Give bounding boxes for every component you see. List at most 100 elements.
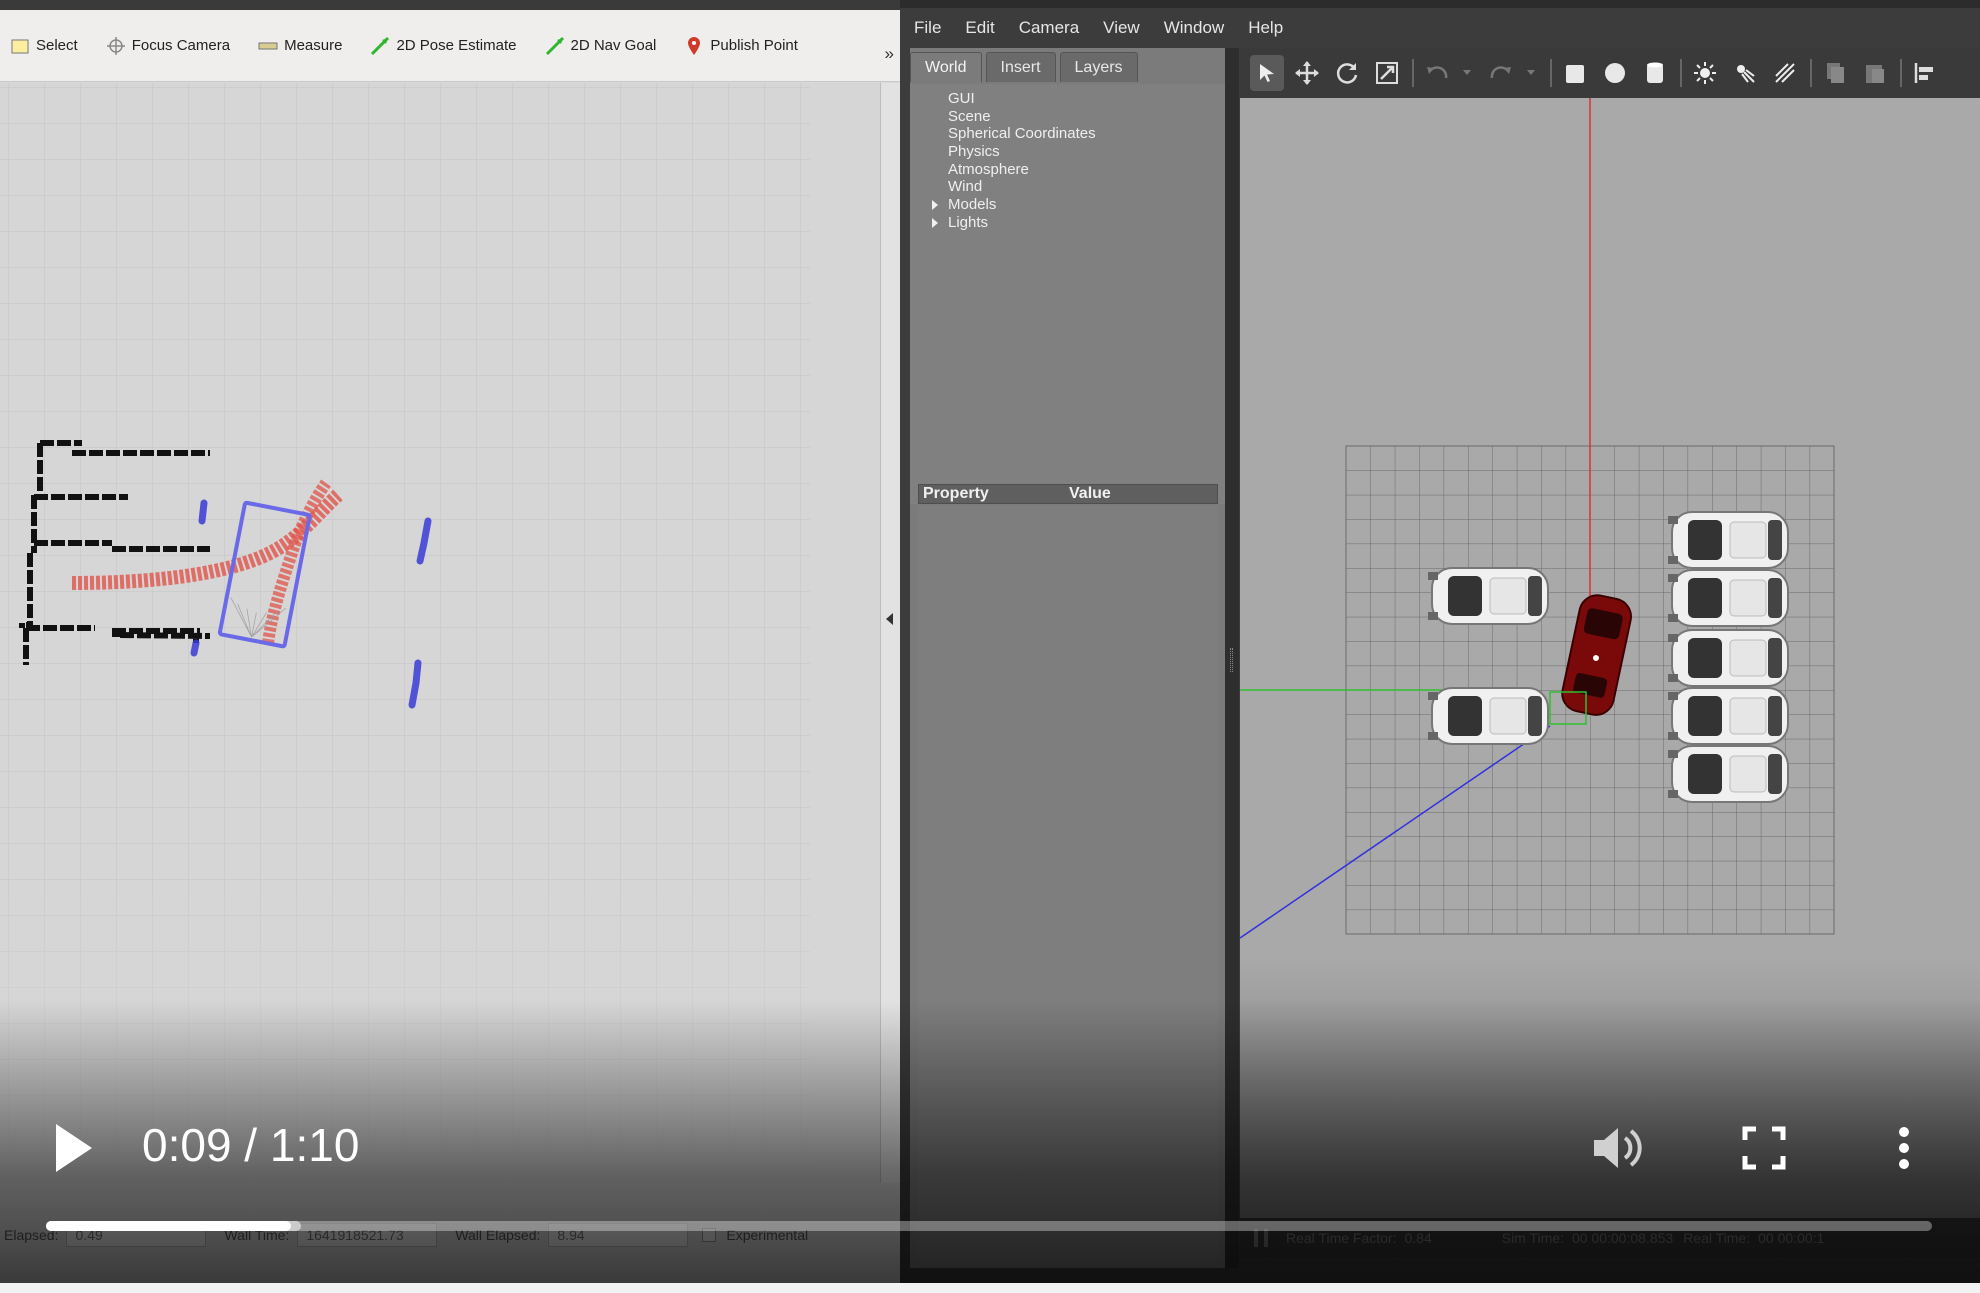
pose-estimate-icon [370, 36, 390, 56]
rviz-3d-view[interactable] [0, 83, 880, 1183]
tree-item-label: Lights [948, 213, 989, 231]
tree-item-label: Spherical Coordinates [948, 125, 1096, 143]
parked-car-right-5[interactable] [1667, 745, 1789, 803]
progress-played [46, 1221, 292, 1231]
property-table-header: Property Value [918, 484, 1218, 504]
rviz-toolbar: Select Focus Camera Measure 2D Pose Esti… [0, 10, 900, 82]
collapse-arrow-icon[interactable] [886, 613, 893, 625]
undo-icon[interactable] [1420, 55, 1454, 91]
rviz-scene [0, 83, 880, 1183]
tree-item-label: Scene [948, 107, 991, 125]
volume-icon [1594, 1128, 1642, 1168]
tab-layers[interactable]: Layers [1059, 52, 1138, 82]
menu-window[interactable]: Window [1164, 18, 1224, 38]
select-mode-icon[interactable] [1250, 55, 1284, 91]
box-icon[interactable] [1558, 55, 1592, 91]
tab-insert[interactable]: Insert [985, 52, 1056, 82]
select-tool-label: Select [36, 37, 78, 54]
tree-item-models[interactable]: Models [932, 196, 1225, 214]
property-column-header: Property [923, 485, 989, 502]
point-light-icon[interactable] [1688, 55, 1722, 91]
gazebo-window: File Edit Camera View Window Help World … [900, 0, 1980, 1293]
tree-item-lights[interactable]: Lights [932, 213, 1225, 232]
sphere-icon[interactable] [1598, 55, 1632, 91]
parked-car-right-2[interactable] [1667, 569, 1789, 627]
tab-world[interactable]: World [910, 52, 982, 82]
align-icon[interactable] [1908, 55, 1942, 91]
nav-goal-icon [545, 36, 565, 56]
directional-light-icon[interactable] [1768, 55, 1802, 91]
world-tree: GUI Scene Spherical Coordinates Physics … [910, 84, 1225, 504]
focus-camera-tool[interactable]: Focus Camera [106, 31, 230, 61]
volume-button[interactable] [1590, 1122, 1646, 1174]
real-time-factor-label: Real Time Factor: [1286, 1230, 1397, 1246]
select-tool[interactable]: Select [10, 31, 78, 61]
menu-camera[interactable]: Camera [1019, 18, 1079, 38]
expand-arrow-icon[interactable] [932, 217, 938, 228]
tree-item-physics[interactable]: Physics [948, 143, 1225, 161]
expand-arrow-icon[interactable] [932, 200, 938, 211]
rotate-icon[interactable] [1330, 55, 1364, 91]
gazebo-left-panel: World Insert Layers GUI Scene Spherical … [910, 48, 1225, 1268]
gazebo-tabs: World Insert Layers [910, 52, 1142, 82]
redo-dropdown-icon[interactable] [1524, 55, 1538, 91]
play-icon [56, 1124, 92, 1172]
menu-file[interactable]: File [914, 18, 941, 38]
undo-dropdown-icon[interactable] [1460, 55, 1474, 91]
more-options-icon [1899, 1127, 1909, 1169]
tree-item-atmosphere[interactable]: Atmosphere [948, 161, 1225, 179]
measure-tool[interactable]: Measure [258, 31, 342, 61]
translate-icon[interactable] [1290, 55, 1324, 91]
rviz-titlebar [0, 0, 900, 10]
current-time: 0:09 [142, 1119, 232, 1171]
tree-item-scene[interactable]: Scene [948, 108, 1225, 126]
tree-item-label: Models [948, 196, 997, 214]
tree-item-wind[interactable]: Wind [948, 178, 1225, 196]
parked-car-right-4[interactable] [1667, 687, 1789, 745]
nav-goal-tool[interactable]: 2D Nav Goal [545, 31, 656, 61]
gazebo-panel-splitter[interactable] [1225, 48, 1239, 1268]
more-tools-button[interactable]: » [885, 44, 894, 64]
splitter-grip-icon[interactable] [1230, 648, 1233, 672]
parked-car-left-2[interactable] [1427, 687, 1549, 745]
paste-icon[interactable] [1858, 55, 1892, 91]
rviz-window: Select Focus Camera Measure 2D Pose Esti… [0, 0, 900, 1293]
publish-point-tool-label: Publish Point [710, 37, 798, 54]
play-button[interactable] [50, 1120, 96, 1176]
spot-light-icon[interactable] [1728, 55, 1762, 91]
publish-point-tool[interactable]: Publish Point [684, 31, 798, 61]
toolbar-separator [1550, 59, 1552, 87]
focus-camera-icon [106, 36, 126, 56]
copy-icon[interactable] [1818, 55, 1852, 91]
parked-car-right-3[interactable] [1667, 629, 1789, 687]
measure-icon [258, 36, 278, 56]
gazebo-menubar: File Edit Camera View Window Help [900, 8, 1980, 48]
menu-edit[interactable]: Edit [965, 18, 994, 38]
pause-icon[interactable] [1254, 1229, 1268, 1247]
fullscreen-icon [1742, 1126, 1786, 1170]
menu-help[interactable]: Help [1248, 18, 1283, 38]
fullscreen-button[interactable] [1742, 1126, 1786, 1170]
redo-icon[interactable] [1484, 55, 1518, 91]
toolbar-separator [1900, 59, 1902, 87]
screen: Select Focus Camera Measure 2D Pose Esti… [0, 0, 1980, 1293]
cylinder-icon[interactable] [1638, 55, 1672, 91]
pose-estimate-tool[interactable]: 2D Pose Estimate [370, 31, 517, 61]
parked-car-left-1[interactable] [1427, 567, 1549, 625]
publish-point-icon [684, 36, 704, 56]
gazebo-3d-scene[interactable] [1240, 98, 1980, 1218]
menu-view[interactable]: View [1103, 18, 1140, 38]
tree-item-spherical-coordinates[interactable]: Spherical Coordinates [948, 125, 1225, 143]
more-options-button[interactable] [1892, 1124, 1916, 1172]
scale-icon[interactable] [1370, 55, 1404, 91]
focus-camera-tool-label: Focus Camera [131, 37, 231, 54]
parked-car-right-1[interactable] [1667, 511, 1789, 569]
tree-item-label: Wind [948, 178, 983, 196]
rviz-panel-splitter[interactable] [880, 83, 900, 1183]
tree-item-gui[interactable]: GUI [948, 90, 1225, 108]
property-table [918, 505, 1218, 1265]
progress-bar[interactable] [46, 1221, 1932, 1231]
time-display: 0:09 / 1:10 [142, 1118, 359, 1172]
tree-item-label: Physics [948, 143, 1000, 161]
sim-time-value: 00 00:00:08.853 [1571, 1230, 1674, 1246]
